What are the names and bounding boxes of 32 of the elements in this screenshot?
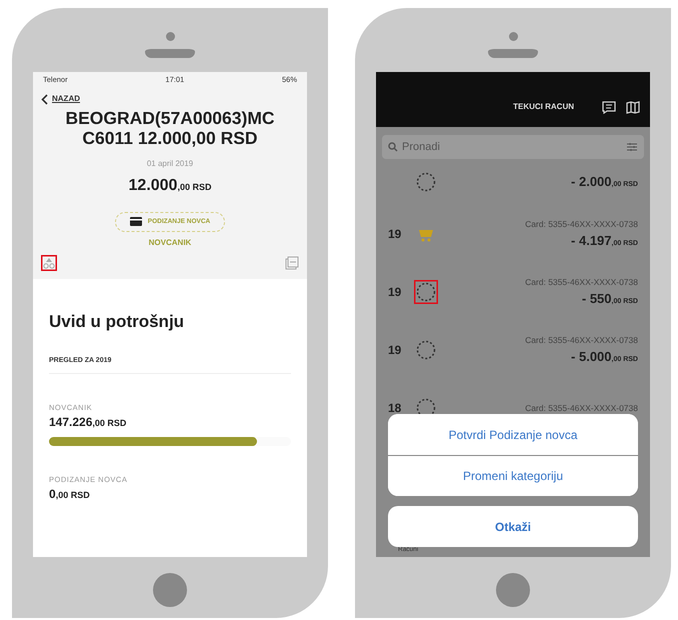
header-title: TEKUCI RACUN bbox=[513, 101, 574, 113]
map-icon[interactable] bbox=[626, 100, 640, 114]
message-icon[interactable] bbox=[602, 100, 616, 114]
shapes-icon[interactable] bbox=[41, 254, 57, 270]
action-button[interactable]: Promeni kategoriju bbox=[388, 455, 638, 496]
filter-icon[interactable] bbox=[627, 142, 637, 152]
search-icon bbox=[388, 142, 398, 152]
transaction-amount: 12.000,00 RSD bbox=[128, 176, 212, 196]
camera-dot bbox=[166, 32, 174, 41]
section-title: Uvid u potrošnju bbox=[49, 310, 186, 332]
chevron-left-icon bbox=[41, 94, 48, 105]
back-link[interactable]: NAZAD bbox=[41, 93, 299, 106]
search-field[interactable]: Pronadi bbox=[382, 135, 644, 159]
card-number: Card: 5355-46XX-XXXX-0738 bbox=[525, 334, 638, 347]
speaker-slot bbox=[488, 49, 538, 58]
cancel-button[interactable]: Otkaži bbox=[388, 506, 638, 547]
card-number: Card: 5355-46XX-XXXX-0738 bbox=[525, 218, 638, 231]
transaction-date: 01 april 2019 bbox=[146, 158, 194, 170]
card-number: Card: 5355-46XX-XXXX-0738 bbox=[525, 276, 638, 289]
transaction-day: 18 bbox=[388, 399, 414, 417]
camera-dot bbox=[508, 32, 518, 41]
card-icon bbox=[130, 217, 142, 226]
transaction-title: BEOGRAD(57A00063)MC bbox=[64, 109, 276, 128]
spending-amount: 147.226,00 RSD bbox=[49, 414, 128, 431]
spending-amount: 0,00 RSD bbox=[49, 486, 91, 503]
category-group: NOVCANIK bbox=[41, 236, 299, 248]
card-number: Card: 5355-46XX-XXXX-0738 bbox=[525, 402, 638, 414]
transaction-day: 19 bbox=[388, 225, 414, 243]
speaker-slot bbox=[145, 49, 195, 58]
transaction-title: C6011 12.000,00 RSD bbox=[82, 128, 258, 148]
transaction-day: 19 bbox=[388, 341, 414, 359]
transaction-day: 19 bbox=[388, 283, 414, 301]
